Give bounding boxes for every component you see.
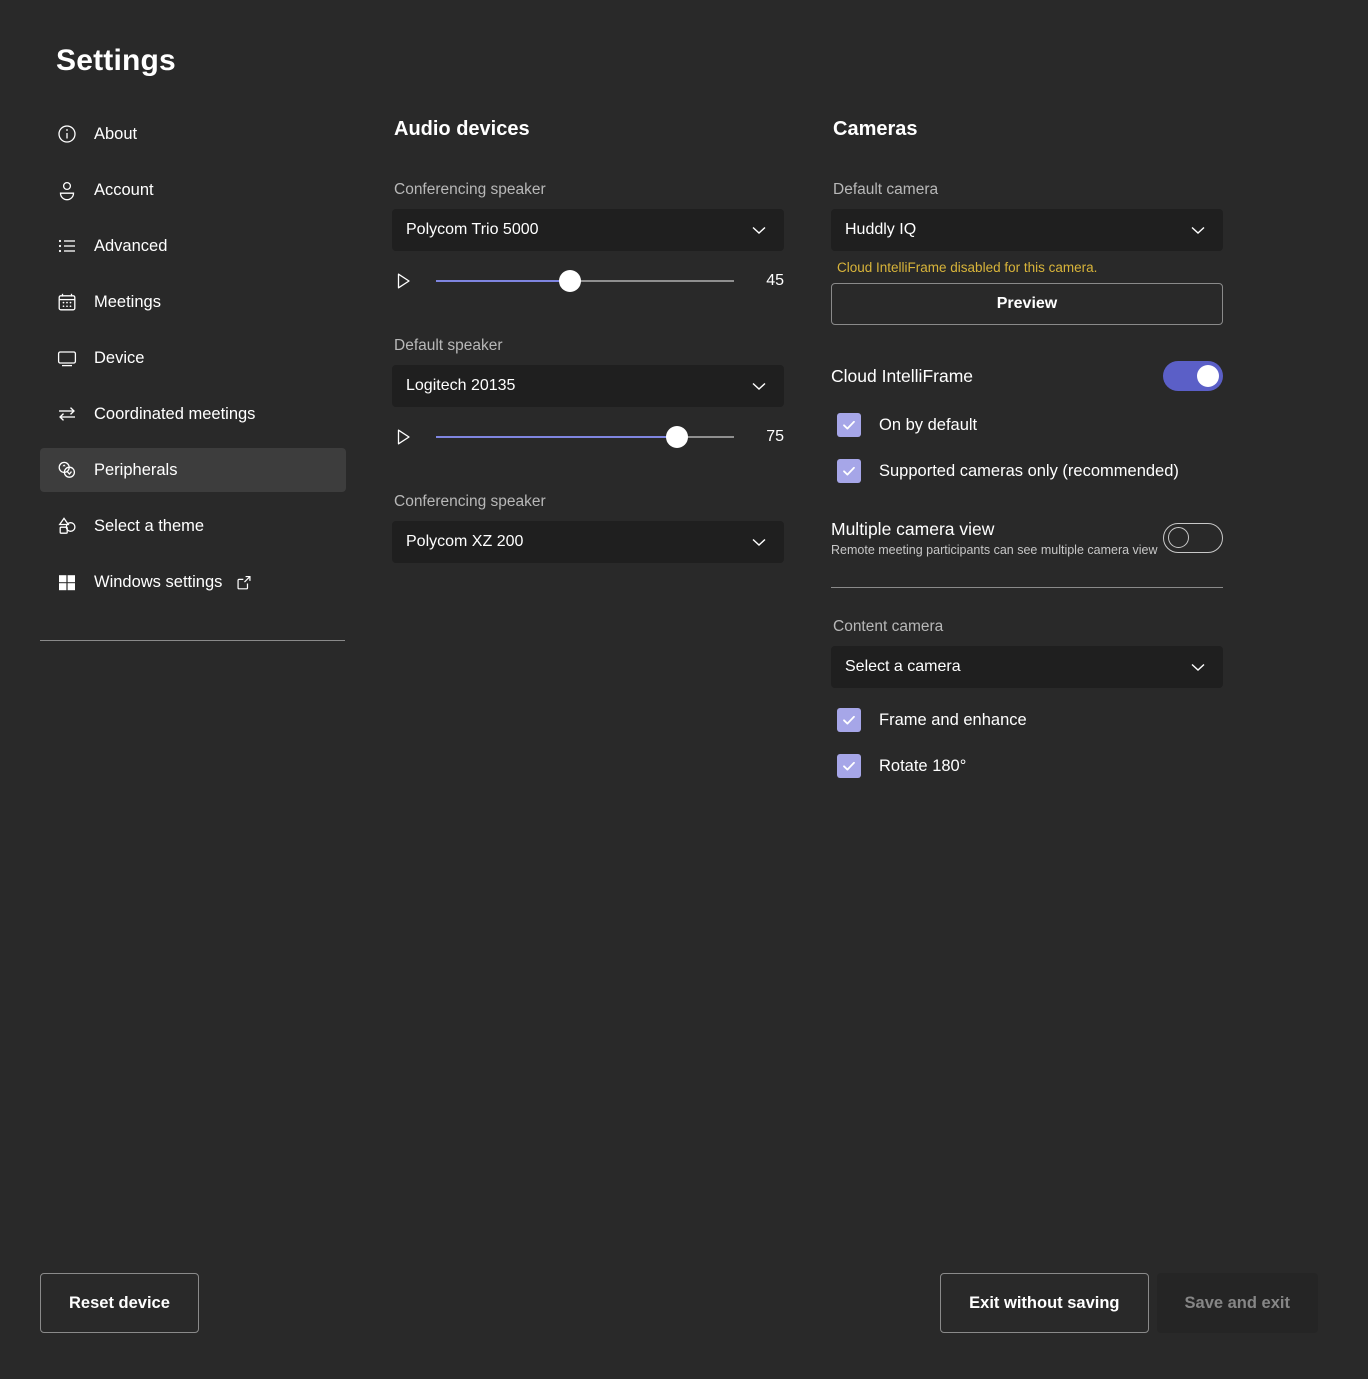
cloud-intelliframe-toggle[interactable] <box>1163 361 1223 391</box>
supported-cameras-row[interactable]: Supported cameras only (recommended) <box>831 459 1223 483</box>
sidebar-item-label: Select a theme <box>94 517 204 536</box>
default-speaker-volume-row: 75 <box>392 411 784 463</box>
calendar-icon <box>56 291 78 313</box>
toggle-knob <box>1168 527 1189 548</box>
sidebar-item-about[interactable]: About <box>40 112 346 156</box>
default-speaker-volume-slider[interactable] <box>436 426 734 448</box>
conferencing-speaker-volume-row: 45 <box>392 255 784 307</box>
preview-button[interactable]: Preview <box>831 283 1223 325</box>
sidebar-item-device[interactable]: Device <box>40 336 346 380</box>
conferencing-speaker-dropdown[interactable]: Polycom Trio 5000 <box>392 209 784 251</box>
multiple-camera-view-text: Multiple camera view Remote meeting part… <box>831 519 1158 557</box>
content-camera-value: Select a camera <box>845 658 1187 676</box>
audio-devices-heading: Audio devices <box>394 118 784 141</box>
cloud-intelliframe-label: Cloud IntelliFrame <box>831 366 973 387</box>
audio-devices-section: Audio devices Conferencing speaker Polyc… <box>392 118 784 563</box>
shapes-icon <box>56 515 78 537</box>
rotate-180-row[interactable]: Rotate 180° <box>831 754 1223 778</box>
sidebar-item-label: Coordinated meetings <box>94 405 255 424</box>
cloud-intelliframe-row: Cloud IntelliFrame <box>831 361 1223 391</box>
windows-icon <box>56 571 78 593</box>
sidebar-item-label: Device <box>94 349 144 368</box>
sidebar-item-label: Advanced <box>94 237 167 256</box>
sidebar-item-meetings[interactable]: Meetings <box>40 280 346 324</box>
content-camera-label: Content camera <box>833 618 1223 636</box>
default-speaker-dropdown[interactable]: Logitech 20135 <box>392 365 784 407</box>
info-icon <box>56 123 78 145</box>
sidebar-item-advanced[interactable]: Advanced <box>40 224 346 268</box>
frame-and-enhance-label: Frame and enhance <box>879 711 1027 730</box>
chevron-down-icon <box>748 219 770 241</box>
sidebar-item-label: Windows settings <box>94 573 222 592</box>
chevron-down-icon <box>748 375 770 397</box>
peripherals-icon <box>56 459 78 481</box>
toggle-knob <box>1197 365 1219 387</box>
default-speaker-label: Default speaker <box>394 337 784 355</box>
transfer-icon <box>56 403 78 425</box>
slider-knob[interactable] <box>666 426 688 448</box>
footer-left: Reset device <box>40 1273 199 1333</box>
cameras-section: Cameras Default camera Huddly IQ Cloud I… <box>831 118 1223 778</box>
intelliframe-warning: Cloud IntelliFrame disabled for this cam… <box>837 260 1223 275</box>
slider-fill <box>436 280 570 282</box>
rotate-180-label: Rotate 180° <box>879 757 966 776</box>
reset-device-button[interactable]: Reset device <box>40 1273 199 1333</box>
external-link-icon[interactable] <box>236 574 252 590</box>
frame-and-enhance-row[interactable]: Frame and enhance <box>831 708 1223 732</box>
cameras-divider <box>831 587 1223 588</box>
sidebar-item-coordinated-meetings[interactable]: Coordinated meetings <box>40 392 346 436</box>
multiple-camera-view-title: Multiple camera view <box>831 519 994 539</box>
sidebar-item-windows-settings[interactable]: Windows settings <box>40 560 346 604</box>
on-by-default-label: On by default <box>879 416 977 435</box>
supported-cameras-checkbox[interactable] <box>837 459 861 483</box>
slider-knob[interactable] <box>559 270 581 292</box>
sidebar-divider <box>40 640 345 641</box>
save-and-exit-button: Save and exit <box>1157 1273 1318 1333</box>
conferencing-speaker-volume-slider[interactable] <box>436 270 734 292</box>
on-by-default-checkbox[interactable] <box>837 413 861 437</box>
content-camera-dropdown[interactable]: Select a camera <box>831 646 1223 688</box>
on-by-default-row[interactable]: On by default <box>831 413 1223 437</box>
default-camera-dropdown[interactable]: Huddly IQ <box>831 209 1223 251</box>
default-camera-label: Default camera <box>833 181 1223 199</box>
multiple-camera-view-row: Multiple camera view Remote meeting part… <box>831 519 1223 557</box>
monitor-icon <box>56 347 78 369</box>
chevron-down-icon <box>1187 219 1209 241</box>
person-icon <box>56 179 78 201</box>
supported-cameras-label: Supported cameras only (recommended) <box>879 462 1179 481</box>
multiple-camera-view-subtitle: Remote meeting participants can see mult… <box>831 543 1158 557</box>
conferencing-speaker-volume-value: 45 <box>750 272 784 290</box>
conferencing-speaker-2-dropdown[interactable]: Polycom XZ 200 <box>392 521 784 563</box>
sidebar-item-label: Peripherals <box>94 461 177 480</box>
conferencing-speaker-2-label: Conferencing speaker <box>394 493 784 511</box>
sidebar-item-peripherals[interactable]: Peripherals <box>40 448 346 492</box>
conferencing-speaker-label: Conferencing speaker <box>394 181 784 199</box>
chevron-down-icon <box>1187 656 1209 678</box>
sidebar-item-account[interactable]: Account <box>40 168 346 212</box>
default-camera-value: Huddly IQ <box>845 221 1187 239</box>
default-speaker-value: Logitech 20135 <box>406 377 748 395</box>
cameras-heading: Cameras <box>833 118 1223 141</box>
footer-right: Exit without saving Save and exit <box>940 1273 1318 1333</box>
slider-fill <box>436 436 677 438</box>
sidebar-item-select-a-theme[interactable]: Select a theme <box>40 504 346 548</box>
sidebar-item-label: Account <box>94 181 154 200</box>
sidebar-item-label: Meetings <box>94 293 161 312</box>
conferencing-speaker-2-value: Polycom XZ 200 <box>406 533 748 551</box>
rotate-180-checkbox[interactable] <box>837 754 861 778</box>
page-title: Settings <box>56 44 176 78</box>
play-icon[interactable] <box>392 426 414 448</box>
list-icon <box>56 235 78 257</box>
settings-page: Settings About Account <box>0 0 1368 1379</box>
sidebar: About Account Advanced <box>40 112 346 616</box>
conferencing-speaker-value: Polycom Trio 5000 <box>406 221 748 239</box>
multiple-camera-view-toggle[interactable] <box>1163 523 1223 553</box>
chevron-down-icon <box>748 531 770 553</box>
sidebar-item-label: About <box>94 125 137 144</box>
play-icon[interactable] <box>392 270 414 292</box>
default-speaker-volume-value: 75 <box>750 428 784 446</box>
frame-and-enhance-checkbox[interactable] <box>837 708 861 732</box>
exit-without-saving-button[interactable]: Exit without saving <box>940 1273 1148 1333</box>
